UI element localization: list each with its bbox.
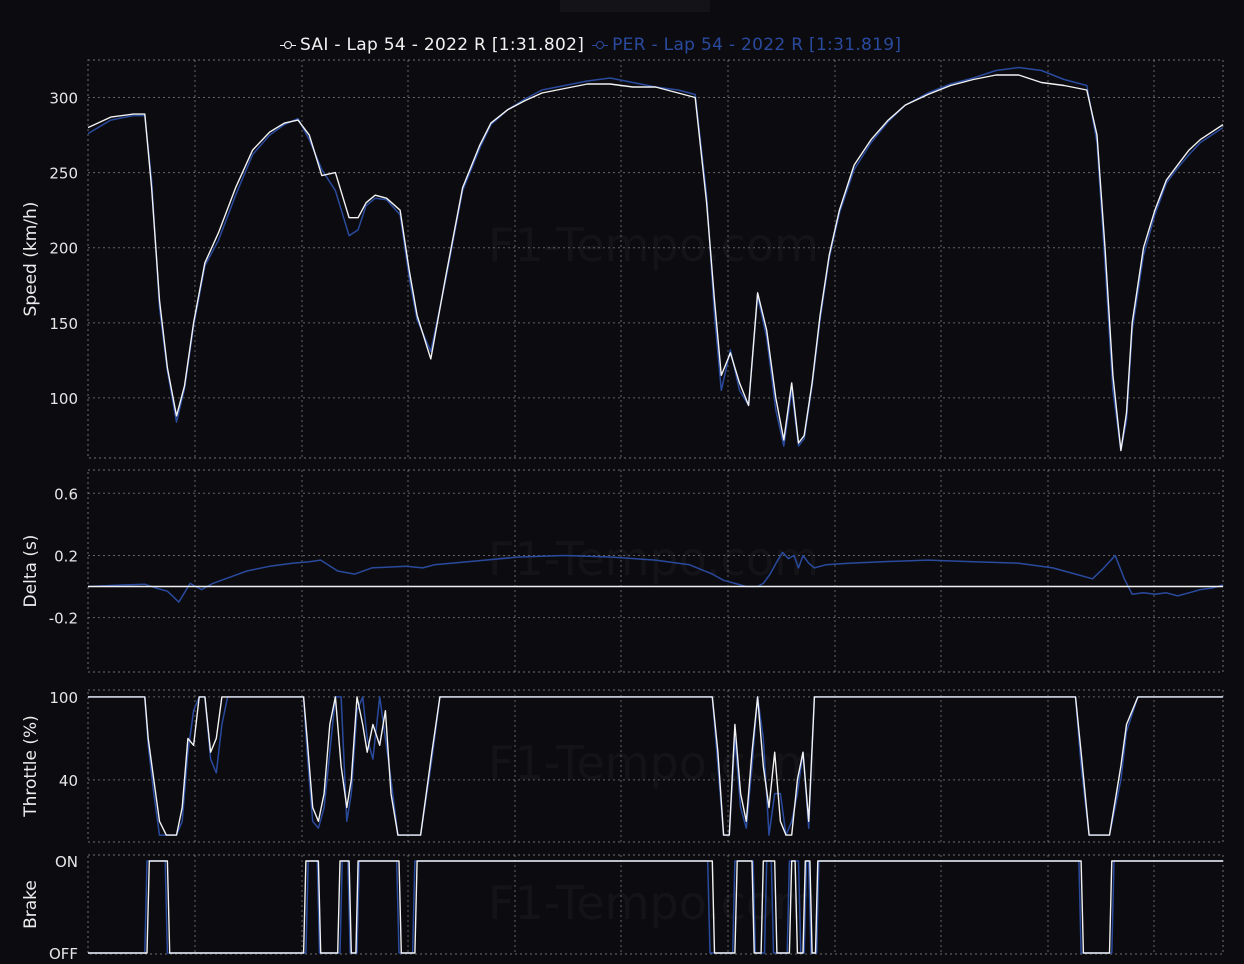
throttle-series-sai-line: [88, 696, 1223, 836]
speed-ytick-label: 250: [49, 165, 78, 183]
panel-speed: 100 150 200 250 300 Speed (km/h): [21, 59, 1224, 459]
throttle-frame: [87, 689, 1224, 843]
brake-frame: [87, 854, 1224, 955]
speed-ytick-label: 150: [49, 315, 78, 333]
brake-ytick-label: ON: [55, 853, 78, 871]
panel-throttle: 40 100 Throttle (%): [21, 689, 1224, 843]
throttle-ytick-label: 40: [59, 772, 78, 790]
brake-series-sai-line: [88, 860, 1223, 954]
delta-frame: [87, 469, 1224, 673]
throttle-ylabel: Throttle (%): [21, 715, 41, 818]
telemetry-chart[interactable]: 100 150 200 250 300 Speed (km/h) -0.2 0.2 0.6 Del…: [0, 0, 1244, 964]
speed-ylabel: Speed (km/h): [21, 202, 41, 317]
speed-series-per-line: [88, 66, 1223, 452]
brake-ytick-label: OFF: [49, 945, 78, 963]
delta-ylabel: Delta (s): [21, 535, 41, 608]
throttle-ytick-label: 100: [49, 689, 78, 707]
panel-delta: -0.2 0.2 0.6 Delta (s): [21, 469, 1224, 673]
speed-ytick-label: 200: [49, 240, 78, 258]
delta-series-per-line: [88, 551, 1223, 603]
delta-ytick-label: 0.2: [54, 547, 78, 565]
speed-ytick-label: 300: [49, 90, 78, 108]
panel-brake: OFF ON Brake: [21, 853, 1224, 963]
delta-ytick-label: 0.6: [54, 485, 78, 503]
throttle-series-per-line: [88, 696, 1223, 836]
brake-series-per-line: [88, 860, 1223, 954]
speed-series-sai-line: [88, 74, 1223, 452]
brake-ylabel: Brake: [21, 880, 41, 929]
speed-ytick-label: 100: [49, 390, 78, 408]
delta-ytick-label: -0.2: [49, 610, 78, 628]
